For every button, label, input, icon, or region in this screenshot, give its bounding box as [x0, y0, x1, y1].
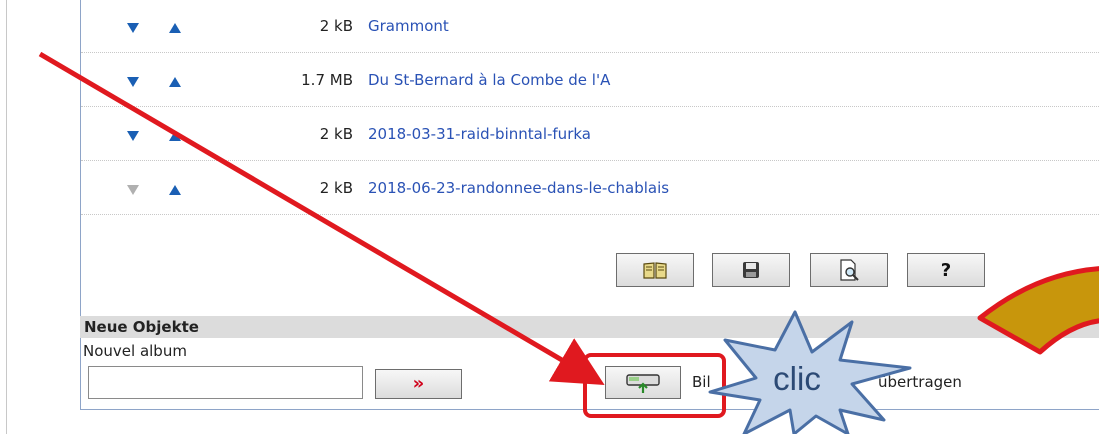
help-button[interactable]: ?	[907, 253, 985, 287]
book-button[interactable]	[616, 253, 694, 287]
move-down-icon[interactable]	[127, 77, 139, 87]
move-down-icon[interactable]	[127, 23, 139, 33]
file-size: 1.7 MB	[301, 71, 353, 89]
new-album-input[interactable]	[88, 366, 363, 399]
list-item: 1.7 MB Du St-Bernard à la Combe de l'A	[81, 53, 1099, 107]
create-album-button[interactable]: »	[375, 369, 462, 399]
move-up-icon[interactable]	[169, 185, 181, 195]
album-link[interactable]: 2018-03-31-raid-binntal-furka	[368, 125, 591, 143]
list-item: 2 kB 2018-03-31-raid-binntal-furka	[81, 107, 1099, 161]
list-item: 2 kB 2018-06-23-randonnee-dans-le-chabla…	[81, 161, 1099, 215]
album-link[interactable]: Du St-Bernard à la Combe de l'A	[368, 71, 610, 89]
callout-text: clic	[773, 360, 821, 397]
preview-button[interactable]	[810, 253, 888, 287]
album-label: Nouvel album	[83, 342, 187, 360]
album-link[interactable]: Grammont	[368, 17, 449, 35]
section-header: Neue Objekte	[80, 316, 1099, 338]
move-down-icon	[127, 185, 139, 195]
highlight-frame	[583, 353, 726, 418]
move-up-icon[interactable]	[169, 131, 181, 141]
preview-magnifier-icon	[840, 259, 859, 281]
move-up-icon[interactable]	[169, 23, 181, 33]
floppy-disk-icon	[743, 262, 759, 278]
file-size: 2 kB	[319, 125, 353, 143]
help-icon: ?	[940, 259, 952, 281]
book-icon	[643, 262, 667, 279]
file-size: 2 kB	[319, 17, 353, 35]
upload-label-end: übertragen	[878, 373, 962, 391]
move-down-icon[interactable]	[127, 131, 139, 141]
file-size: 2 kB	[319, 179, 353, 197]
album-list-panel: 2 kB Grammont 1.7 MB Du St-Bernard à la …	[80, 0, 1099, 410]
list-item: 2 kB Grammont	[81, 0, 1099, 53]
save-button[interactable]	[712, 253, 790, 287]
left-divider	[6, 0, 7, 434]
album-link[interactable]: 2018-06-23-randonnee-dans-le-chablais	[368, 179, 669, 197]
move-up-icon[interactable]	[169, 77, 181, 87]
